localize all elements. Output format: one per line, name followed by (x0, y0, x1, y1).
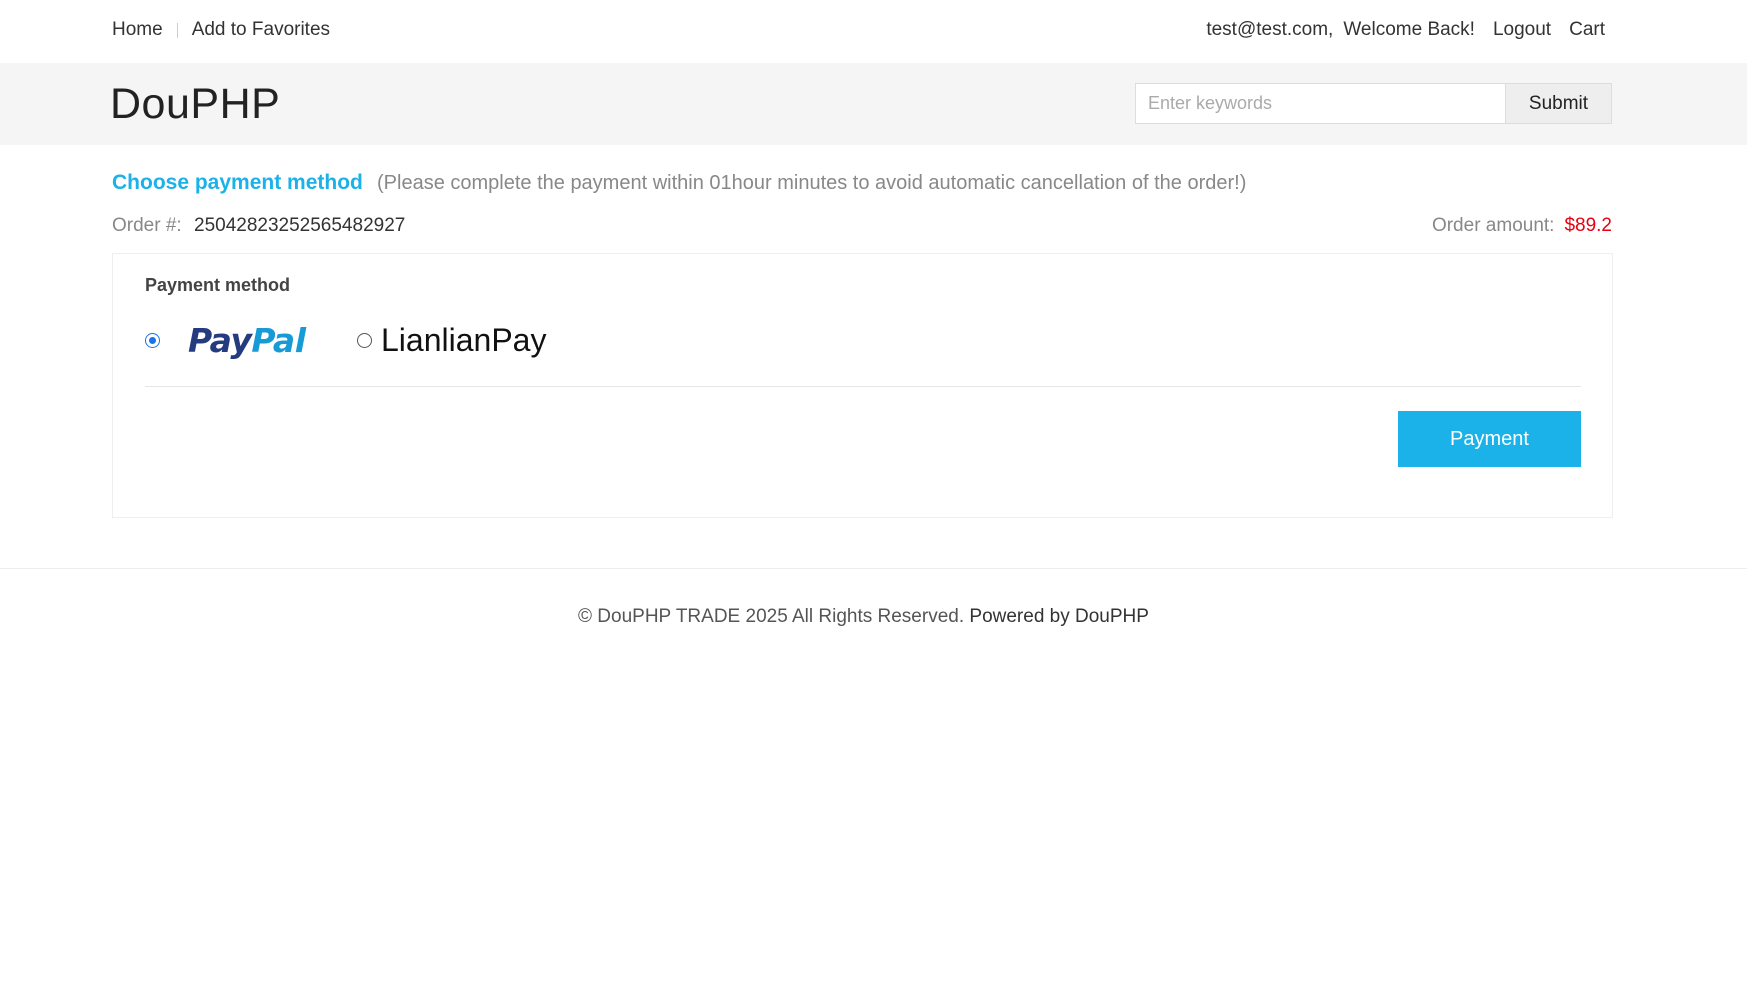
top-nav-left: Home Add to Favorites (112, 19, 330, 41)
payment-deadline-note: (Please complete the payment within 01ho… (377, 172, 1247, 194)
paypal-logo-pal: Pal (251, 321, 306, 360)
footer-copyright: © DouPHP TRADE 2025 All Rights Reserved.… (0, 606, 1727, 628)
order-amount-label: Order amount: (1431, 215, 1555, 236)
site-footer: © DouPHP TRADE 2025 All Rights Reserved.… (0, 568, 1747, 668)
welcome-text: Welcome Back! (1343, 19, 1475, 40)
payment-button[interactable]: Payment (1398, 411, 1581, 467)
powered-by-link[interactable]: Powered by DouPHP (969, 606, 1149, 627)
paypal-logo[interactable]: PayPal (188, 321, 306, 360)
order-number-label: Order #: (112, 215, 182, 236)
search-submit-button[interactable]: Submit (1505, 83, 1612, 124)
panel-divider (145, 386, 1581, 387)
top-nav-right: test@test.com, Welcome Back! Logout Cart (1206, 19, 1605, 41)
payment-method-label: Payment method (145, 275, 291, 295)
add-to-favorites-link[interactable]: Add to Favorites (192, 19, 330, 41)
logout-link[interactable]: Logout (1493, 19, 1551, 41)
top-bar: Home Add to Favorites test@test.com, Wel… (0, 0, 1747, 63)
payment-method-panel: Payment method PayPal LianlianPay Paymen… (112, 253, 1613, 518)
home-link[interactable]: Home (112, 19, 163, 41)
order-number-value: 25042823252565482927 (194, 215, 406, 236)
user-email: test@test.com, (1206, 19, 1334, 40)
paypal-radio[interactable] (145, 333, 160, 348)
copyright-text: © DouPHP TRADE 2025 All Rights Reserved. (578, 606, 965, 627)
search-input[interactable] (1135, 83, 1505, 124)
lianlianpay-logo[interactable]: LianlianPay (381, 322, 546, 359)
payment-main: Choose payment method (Please complete t… (0, 145, 1747, 568)
page-title: Choose payment method (112, 171, 363, 194)
order-amount-value: $89.2 (1564, 215, 1612, 236)
site-header: DouPHP Submit (0, 63, 1747, 145)
cart-link[interactable]: Cart (1569, 19, 1605, 41)
paypal-logo-pay: Pay (188, 321, 252, 360)
nav-divider (176, 22, 178, 38)
site-logo[interactable]: DouPHP (110, 80, 280, 129)
search-form: Submit (1135, 83, 1612, 124)
order-amount: Order amount: $89.2 (1432, 215, 1612, 237)
lianlianpay-radio[interactable] (357, 333, 372, 348)
